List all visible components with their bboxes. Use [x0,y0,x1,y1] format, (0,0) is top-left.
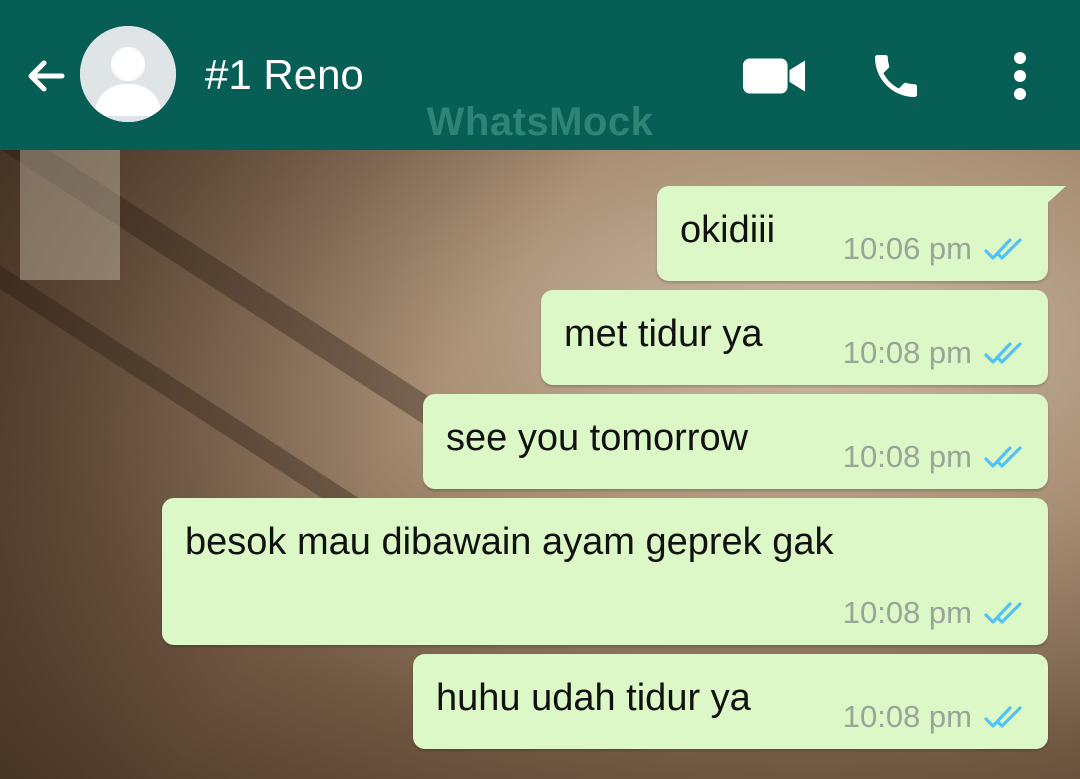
message-bubble[interactable]: besok mau dibawain ayam geprek gak 10:08… [162,498,1048,645]
message-text: huhu udah tidur ya [436,677,751,719]
read-receipt-icon [984,706,1022,728]
message-meta: 10:08 pm [843,699,1026,735]
message-meta: 10:08 pm [843,335,1026,371]
voice-call-button[interactable] [864,44,928,108]
more-vert-icon [1014,52,1026,100]
message-bubble[interactable]: met tidur ya 10:08 pm [541,290,1048,385]
wallpaper-decoration [20,150,120,280]
message-text: see you tomorrow [446,417,749,459]
read-receipt-icon [984,602,1022,624]
message-time: 10:08 pm [842,595,972,630]
read-receipt-icon [984,446,1022,468]
bubble-tail [1042,186,1066,208]
message-bubble[interactable]: huhu udah tidur ya 10:08 pm [413,654,1048,749]
message-time: 10:06 pm [842,231,972,266]
message-bubble[interactable]: okidiii 10:06 pm [657,186,1066,281]
read-receipt-icon [984,342,1022,364]
chat-header: #1 Reno WhatsMock [0,0,1080,150]
message-meta: 10:08 pm [843,439,1026,475]
video-call-icon [742,58,806,94]
message-time: 10:08 pm [842,699,972,734]
back-arrow-icon [28,60,65,92]
message-time: 10:08 pm [842,335,972,370]
back-button[interactable] [18,48,74,104]
contact-name[interactable]: #1 Reno [205,48,364,102]
message-text: besok mau dibawain ayam geprek gak [185,521,834,563]
message-text: okidiii [680,209,776,251]
message-meta: 10:08 pm [843,595,1026,631]
read-receipt-icon [984,238,1022,260]
message-time: 10:08 pm [842,439,972,474]
video-call-button[interactable] [742,44,806,108]
phone-icon [875,55,917,97]
message-text: met tidur ya [564,313,763,355]
message-meta: 10:06 pm [843,231,1026,267]
message-bubble[interactable]: see you tomorrow 10:08 pm [423,394,1048,489]
more-options-button[interactable] [988,44,1052,108]
